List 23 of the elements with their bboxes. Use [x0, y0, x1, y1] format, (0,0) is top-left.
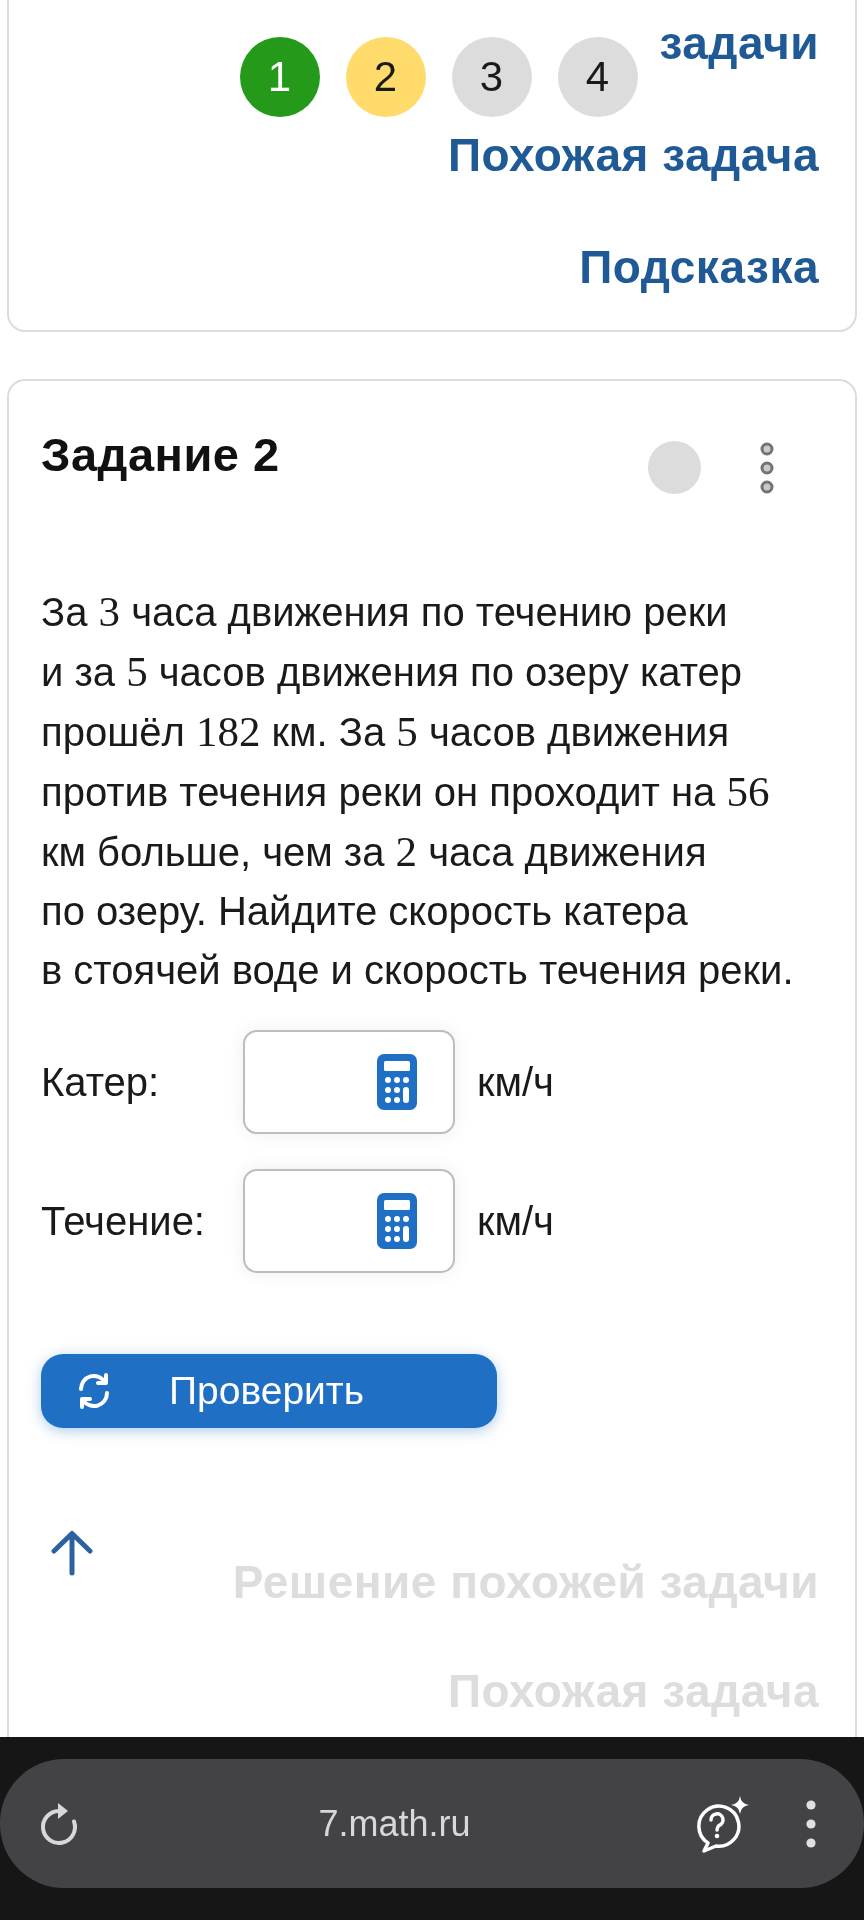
answer-field[interactable]: [243, 1169, 455, 1273]
calculator-icon[interactable]: [377, 1054, 417, 1110]
nav-link[interactable]: Подсказка: [579, 241, 819, 293]
answer-field[interactable]: [243, 1030, 455, 1134]
url-text[interactable]: 7.math.ru: [81, 1802, 692, 1845]
step-button[interactable]: 1: [239, 37, 320, 117]
unit-label: км/ч: [477, 1198, 554, 1244]
more-menu-icon[interactable]: [806, 1799, 816, 1848]
task-title: Задание 2: [41, 427, 280, 483]
answer-label: Течение:: [41, 1198, 205, 1244]
status-circle-icon: [648, 441, 701, 494]
unit-label: км/ч: [477, 1059, 554, 1105]
step-button[interactable]: 2: [345, 37, 426, 117]
calculator-icon[interactable]: [377, 1193, 417, 1249]
step-button[interactable]: 3: [451, 37, 532, 117]
step-button[interactable]: 4: [557, 37, 638, 117]
nav-link[interactable]: задачи: [659, 17, 819, 69]
problem-text: За 3 часа движения по течению реки и за 5 часов движения по озеру катер прошёл 182 км. За 5 часов движения против течения реки он проходит на 56 км больше, чем за 2 часа движения по озеру. Найдите скорость катера в стоячей воде и скорость течения реки.: [41, 587, 795, 994]
up-arrow-icon[interactable]: [51, 1530, 93, 1576]
more-menu-icon[interactable]: [760, 442, 774, 494]
check-button[interactable]: Проверить: [41, 1354, 497, 1428]
nav-link[interactable]: Похожая задача: [447, 129, 819, 181]
answer-label: Катер:: [41, 1059, 161, 1105]
